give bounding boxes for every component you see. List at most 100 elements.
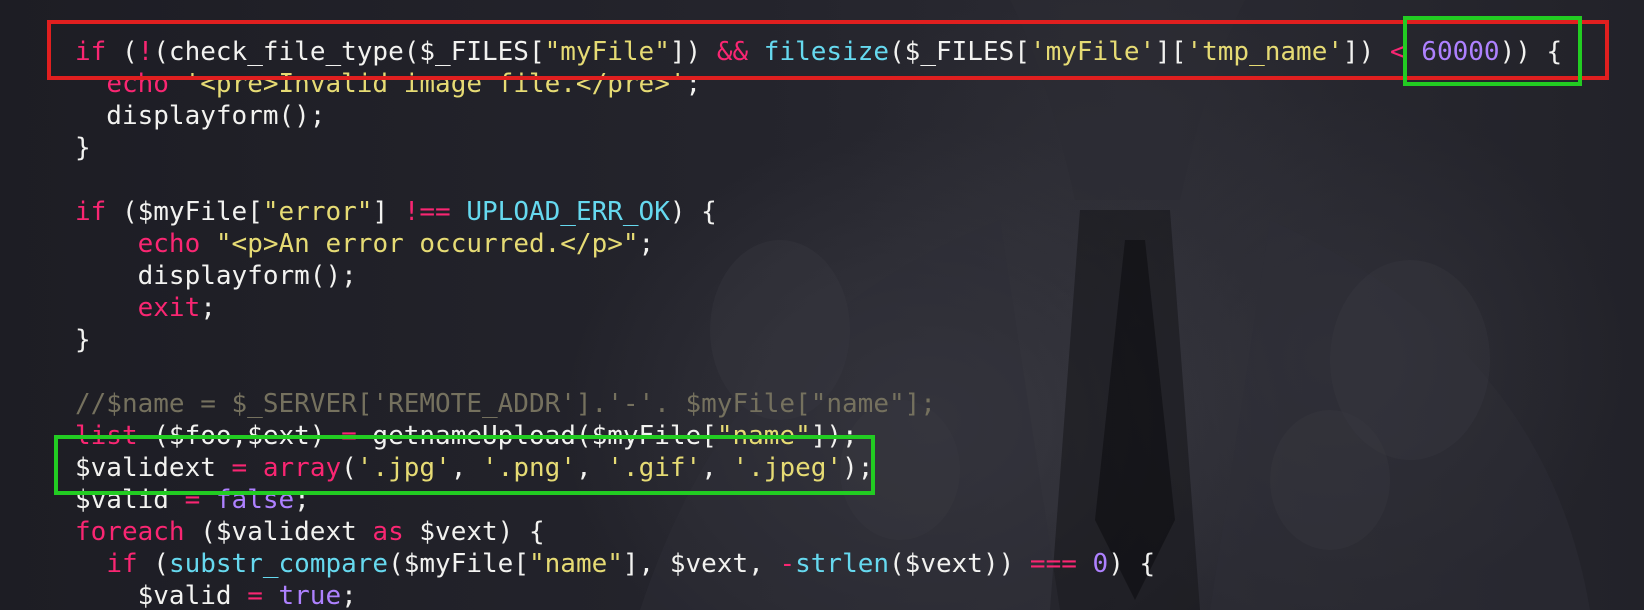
code-line: exit;	[75, 292, 1562, 324]
code-token: echo	[137, 229, 201, 259]
code-token: &&	[716, 37, 749, 67]
code-token: displayform();	[75, 101, 326, 131]
code-token: =	[184, 485, 201, 515]
code-token: //$name = $_SERVER['REMOTE_ADDR'].'-'. $…	[75, 389, 936, 419]
code-line: //$name = $_SERVER['REMOTE_ADDR'].'-'. $…	[75, 388, 1562, 420]
code-token: ]	[372, 197, 404, 227]
code-token: ($validext	[184, 517, 373, 547]
code-token: ($foo,$ext)	[137, 421, 342, 451]
code-token: echo	[106, 69, 169, 99]
code-token: ], $vext,	[622, 549, 780, 579]
code-token: '.jpg'	[356, 453, 451, 483]
code-token: ][	[1155, 37, 1187, 67]
code-token: foreach	[75, 517, 185, 547]
code-token: (	[341, 453, 357, 483]
code-token: ])	[669, 37, 717, 67]
code-token: "error"	[262, 197, 373, 227]
code-token: exit	[137, 293, 201, 323]
code-token: -	[779, 549, 796, 579]
code-token: }	[75, 133, 91, 163]
code-token: ]);	[810, 421, 858, 451]
code-token: true	[278, 581, 342, 610]
code-token: ===	[1029, 549, 1077, 579]
code-line: foreach ($validext as $vext) {	[75, 516, 1562, 548]
code-token: list	[75, 421, 138, 451]
code-token: "myFile"	[544, 37, 670, 67]
code-token: "name"	[528, 549, 623, 579]
code-token: displayform();	[75, 261, 357, 291]
code-token: ($vext))	[889, 549, 1030, 579]
code-token: ($myFile[	[388, 549, 529, 579]
code-token: }	[75, 325, 91, 355]
code-line: $valid = true;	[75, 580, 1562, 610]
code-line: }	[75, 324, 1562, 356]
code-line: $validext = array('.jpg', '.png', '.gif'…	[75, 452, 1562, 484]
code-token: ;	[341, 581, 357, 610]
code-token: 'myFile'	[1029, 37, 1156, 67]
code-line: if (!(check_file_type($_FILES["myFile"])…	[75, 36, 1562, 68]
code-line: echo '<pre>Invalid image file.</pre>';	[75, 68, 1562, 100]
code-token: if	[75, 197, 107, 227]
code-token: =	[341, 421, 357, 451]
code-token: (	[106, 37, 138, 67]
code-token: array	[262, 453, 342, 483]
code-token: ) {	[669, 197, 717, 227]
code-token: "<p>An error occurred.</p>"	[215, 229, 639, 259]
code-token: '<pre>Invalid image file.</pre>'	[184, 69, 686, 99]
code-line: $valid = false;	[75, 484, 1562, 516]
code-token: if	[106, 549, 138, 579]
code-token: ;	[638, 229, 655, 259]
code-token: (check_file_type($_FILES[	[153, 37, 545, 67]
code-token: !==	[403, 197, 451, 227]
code-token: )) {	[1499, 37, 1563, 67]
code-token: ($_FILES[	[889, 37, 1030, 67]
code-token: filesize	[763, 37, 890, 67]
code-token: $valid	[75, 581, 248, 610]
code-line: echo "<p>An error occurred.</p>";	[75, 228, 1562, 260]
code-token: ) {	[1108, 549, 1156, 579]
code-token: ;	[200, 293, 216, 323]
code-token: ])	[1343, 37, 1390, 67]
code-token: $valid	[75, 485, 185, 515]
code-token: );	[842, 453, 874, 483]
code-screenshot: if (!(check_file_type($_FILES["myFile"])…	[0, 0, 1644, 610]
code-line: }	[75, 132, 1562, 164]
code-token: false	[215, 485, 295, 515]
code-token: ($myFile[	[106, 197, 263, 227]
code-line: if ($myFile["error"] !== UPLOAD_ERR_OK) …	[75, 196, 1562, 228]
code-token: =	[247, 581, 263, 610]
code-token: <	[1389, 37, 1406, 67]
code-token: if	[75, 37, 107, 67]
code-token: 0	[1092, 549, 1109, 579]
code-token: "name"	[716, 421, 811, 451]
code-token: ,	[450, 453, 483, 483]
code-token: $vext) {	[403, 517, 545, 547]
code-token: 'tmp_name'	[1186, 37, 1344, 67]
code-token: substr_compare	[168, 549, 389, 579]
code-line: displayform();	[75, 100, 1562, 132]
code-token: getnameUpload($myFile[	[356, 421, 717, 451]
code-block: if (!(check_file_type($_FILES["myFile"])…	[75, 36, 1562, 610]
code-line: list ($foo,$ext) = getnameUpload($myFile…	[75, 420, 1562, 452]
code-token: =	[231, 453, 248, 483]
code-token: $validext	[75, 453, 232, 483]
code-line: if (substr_compare($myFile["name"], $vex…	[75, 548, 1562, 580]
code-token: ;	[294, 485, 310, 515]
code-token: ;	[685, 69, 702, 99]
code-token: 60000	[1421, 37, 1500, 67]
code-token: '.png'	[482, 453, 576, 483]
code-token: as	[372, 517, 404, 547]
